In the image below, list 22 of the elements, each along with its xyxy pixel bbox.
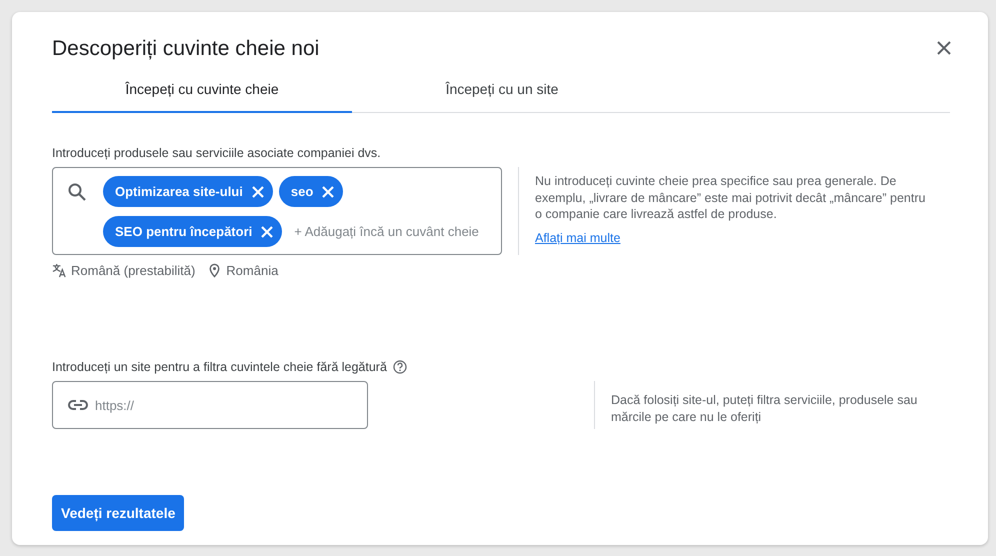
- link-icon: [67, 399, 89, 411]
- keyword-field[interactable]: Optimizarea site-ului seo SEO pentru începători + Adăugați încă un cuvânt cheie: [52, 167, 502, 255]
- tab[interactable]: Începeți cu un site: [352, 66, 652, 113]
- keyword-chip[interactable]: seo: [278, 176, 344, 207]
- keyword-chip[interactable]: SEO pentru începători: [103, 216, 282, 247]
- help-icon[interactable]: [392, 360, 407, 374]
- learn-more-link[interactable]: Aflați mai multe: [535, 230, 620, 246]
- field-label: Introduceți produsele sau serviciile asociate companiei dvs.: [52, 146, 382, 160]
- hint-text: Dacă folosiți site-ul, puteți filtra serviciile, produsele sau mărcile pe care nu le oferiți: [611, 392, 918, 425]
- location-label[interactable]: România: [226, 263, 278, 278]
- dialog-title: Descoperiți cuvinte cheie noi: [52, 36, 320, 62]
- tab[interactable]: Începeți cu cuvinte cheie: [52, 66, 352, 113]
- site-field[interactable]: https://: [52, 381, 368, 429]
- translate-icon: [52, 263, 67, 278]
- location-pin-icon: [207, 263, 222, 278]
- hint-text: Nu introduceți cuvinte cheie prea specifice sau prea generale. De exemplu, „livrare de mâncare” este mai potrivit decât „mâncare” pentru o companie care livrează astfel de produse.: [535, 173, 926, 222]
- see-results-button[interactable]: Vedeți rezultatele: [52, 495, 184, 531]
- field-label: Introduceți un site pentru a filtra cuvintele cheie fără legătură: [52, 360, 387, 374]
- close-icon[interactable]: [937, 41, 951, 55]
- keyword-chip[interactable]: Optimizarea site-ului: [103, 176, 273, 207]
- search-icon: [67, 182, 87, 202]
- language-label[interactable]: Română (prestabilită): [71, 263, 196, 278]
